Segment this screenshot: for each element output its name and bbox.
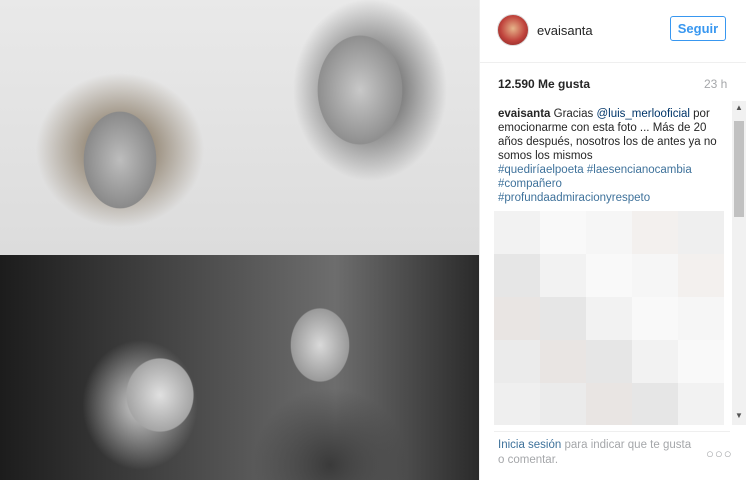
caption-username[interactable]: evaisanta <box>498 108 550 120</box>
blurred-block <box>632 254 678 297</box>
blurred-block <box>540 297 586 340</box>
blurred-block <box>632 211 678 254</box>
blurred-block <box>678 211 724 254</box>
blurred-block <box>678 383 724 425</box>
scroll-up-icon[interactable]: ▲ <box>732 103 746 115</box>
hashtag-link[interactable]: #compañero <box>498 178 562 190</box>
mention-link[interactable]: @luis_merlooficial <box>596 108 689 120</box>
hashtag-link[interactable]: #quediríaelpoeta <box>498 164 584 176</box>
ellipsis-icon[interactable]: ○○○ <box>706 446 733 461</box>
photo-bottom-recent-portrait <box>0 255 479 480</box>
scroll-thumb[interactable] <box>734 121 744 217</box>
blurred-block <box>586 254 632 297</box>
blurred-block <box>632 383 678 425</box>
blurred-block <box>494 383 540 425</box>
blurred-block <box>678 297 724 340</box>
hashtag-link[interactable]: #laesencianocambia <box>587 164 692 176</box>
login-link[interactable]: Inicia sesión <box>498 439 561 451</box>
blurred-block <box>678 254 724 297</box>
footer-divider <box>494 431 730 432</box>
blurred-block <box>540 340 586 383</box>
blurred-block <box>494 297 540 340</box>
blurred-block <box>586 383 632 425</box>
blurred-block <box>494 254 540 297</box>
blurred-block <box>586 211 632 254</box>
photo-divider <box>479 0 480 480</box>
username-link[interactable]: evaisanta <box>537 23 593 38</box>
blurred-comments <box>494 211 724 425</box>
caption: evaisanta Gracias @luis_merlooficial por… <box>498 107 720 205</box>
follow-button[interactable]: Seguir <box>670 16 726 41</box>
scroll-down-icon[interactable]: ▼ <box>732 411 746 423</box>
post-photo <box>0 0 479 480</box>
blurred-block <box>632 340 678 383</box>
blurred-block <box>540 211 586 254</box>
photo-top-old-portrait <box>0 0 479 255</box>
blurred-block <box>632 297 678 340</box>
login-prompt: Inicia sesión para indicar que te gusta … <box>498 438 698 468</box>
likes-count[interactable]: 12.590 Me gusta <box>498 77 590 91</box>
blurred-block <box>494 211 540 254</box>
blurred-block <box>586 297 632 340</box>
blurred-block <box>678 340 724 383</box>
caption-text-1: Gracias <box>553 108 594 120</box>
blurred-block <box>540 383 586 425</box>
blurred-block <box>494 340 540 383</box>
comments-panel: evaisanta Gracias @luis_merlooficial por… <box>494 101 730 425</box>
avatar[interactable] <box>497 14 529 46</box>
post-header: evaisanta Seguir <box>480 0 746 63</box>
post-time[interactable]: 23 h <box>704 77 727 91</box>
blurred-block <box>586 340 632 383</box>
blurred-block <box>540 254 586 297</box>
comments-scrollbar[interactable]: ▲ ▼ <box>732 101 746 425</box>
hashtag-link[interactable]: #profundaadmiracionyrespeto <box>498 192 650 204</box>
